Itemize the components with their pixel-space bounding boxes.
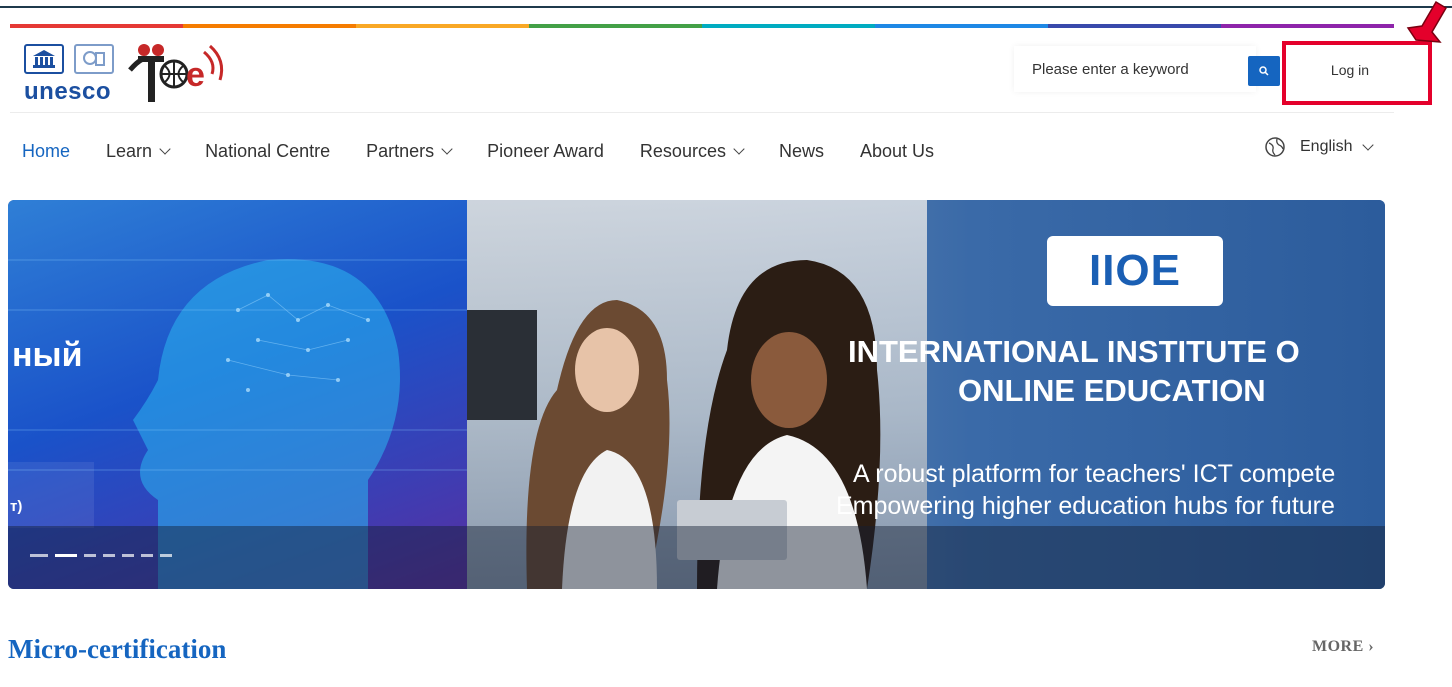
nav-item-news[interactable]: News bbox=[779, 141, 824, 162]
globe-icon bbox=[1265, 137, 1285, 157]
nav-item-partners[interactable]: Partners bbox=[366, 140, 453, 162]
carousel-dot[interactable] bbox=[122, 554, 134, 557]
unesco-temple-icon bbox=[24, 44, 64, 74]
nav-item-label: News bbox=[778, 140, 824, 161]
carousel-dot[interactable] bbox=[141, 554, 153, 557]
unesco-wordmark: unesco bbox=[24, 78, 112, 105]
search-icon bbox=[1259, 66, 1269, 76]
rainbow-segment bbox=[1048, 24, 1221, 28]
slide-caption-fragment: т) bbox=[10, 498, 23, 515]
nav-item-label: Home bbox=[22, 140, 71, 161]
carousel-strip bbox=[8, 526, 1385, 589]
nav-item-home[interactable]: Home bbox=[22, 141, 70, 162]
rainbow-segment bbox=[356, 24, 529, 28]
rainbow-segment bbox=[1221, 24, 1394, 28]
chevron-down-icon bbox=[441, 143, 453, 155]
nav-item-about-us[interactable]: About Us bbox=[860, 141, 934, 162]
slide-caption-box bbox=[8, 462, 94, 528]
nav-item-label: About Us bbox=[859, 140, 935, 161]
nav-item-pioneer-award[interactable]: Pioneer Award bbox=[487, 141, 604, 162]
rainbow-segment bbox=[702, 24, 875, 28]
nav-item-learn[interactable]: Learn bbox=[106, 140, 171, 162]
site-logo[interactable]: unesco e bbox=[24, 40, 244, 108]
search-button[interactable] bbox=[1248, 56, 1280, 86]
carousel-dot[interactable] bbox=[30, 554, 48, 557]
header: unesco e Log in bbox=[10, 30, 1394, 114]
language-label: English bbox=[1300, 138, 1353, 155]
rainbow-segment bbox=[875, 24, 1048, 28]
nav-item-national-centre[interactable]: National Centre bbox=[205, 141, 330, 162]
chevron-down-icon bbox=[1362, 139, 1375, 151]
rainbow-segment bbox=[183, 24, 356, 28]
carousel-dot[interactable] bbox=[103, 554, 115, 557]
carousel-dot[interactable] bbox=[55, 554, 77, 557]
rainbow-bar bbox=[10, 24, 1394, 28]
nav-item-label: National Centre bbox=[205, 140, 331, 161]
carousel-dot[interactable] bbox=[160, 554, 172, 557]
iioe-badge: IIOE bbox=[1047, 236, 1223, 306]
banner-subtitle-line-2: Empowering higher education hubs for fut… bbox=[836, 492, 1335, 520]
nav-item-label: Learn bbox=[106, 140, 153, 161]
login-highlight-box bbox=[1282, 41, 1432, 105]
rainbow-segment bbox=[10, 24, 183, 28]
pointer-arrow-icon bbox=[1406, 0, 1448, 43]
slide-heading-fragment: ный bbox=[12, 336, 83, 374]
banner-title-line-2: ONLINE EDUCATION bbox=[958, 373, 1266, 408]
search-input[interactable] bbox=[1014, 46, 1256, 92]
chevron-down-icon bbox=[159, 143, 171, 155]
unesco-chair-icon bbox=[74, 44, 114, 74]
nav-item-label: Resources bbox=[639, 140, 726, 161]
banner-title-line-1: INTERNATIONAL INSTITUTE O bbox=[848, 334, 1300, 369]
search-area bbox=[1014, 46, 1282, 92]
carousel-indicators bbox=[30, 554, 179, 557]
nav-item-resources[interactable]: Resources bbox=[639, 140, 745, 162]
iioe-logo-letter: e bbox=[186, 56, 205, 94]
nav-item-label: Pioneer Award bbox=[487, 140, 604, 161]
header-divider bbox=[10, 112, 1394, 113]
more-link[interactable]: MORE › bbox=[1312, 638, 1374, 656]
iioe-logo-icon: e bbox=[128, 44, 224, 102]
section-title: Micro-certification bbox=[8, 634, 227, 664]
frame-line bbox=[0, 6, 1452, 8]
language-selector[interactable]: English bbox=[1264, 136, 1375, 158]
nav-item-label: Partners bbox=[366, 140, 435, 161]
main-nav: Home Learn National Centre Partners Pioneer … bbox=[22, 138, 970, 164]
hero-carousel[interactable]: ный т) IIOE INTERNATIONAL INSTITUTE O ON… bbox=[8, 200, 1385, 589]
rainbow-segment bbox=[529, 24, 702, 28]
banner-subtitle-line-1: A robust platform for teachers' ICT comp… bbox=[853, 460, 1336, 488]
carousel-dot[interactable] bbox=[84, 554, 96, 557]
chevron-down-icon bbox=[733, 143, 745, 155]
